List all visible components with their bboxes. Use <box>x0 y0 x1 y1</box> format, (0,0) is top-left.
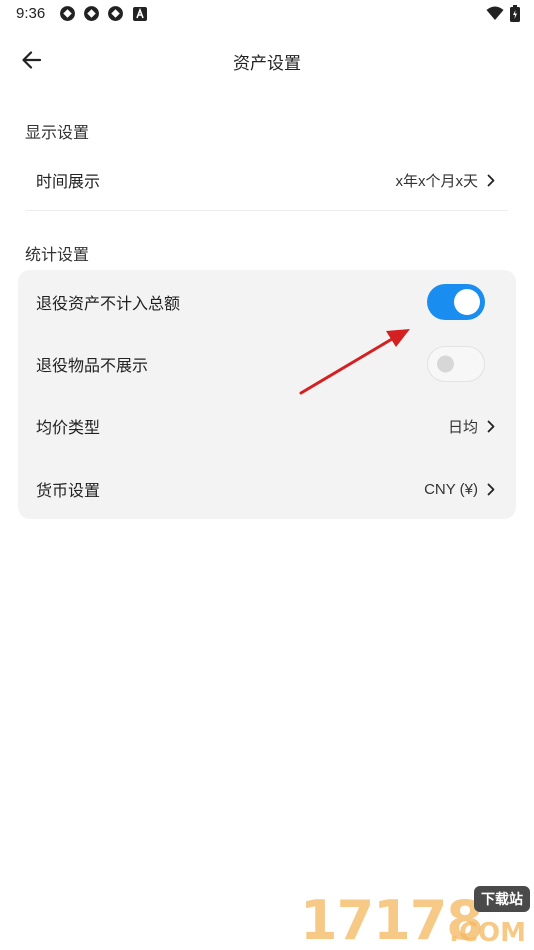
site-watermark: 17178 下载站 .COM <box>300 886 530 948</box>
setting-row-time-display[interactable]: 时间展示 x年x个月x天 <box>18 149 516 211</box>
toggle-exclude-retired-assets[interactable] <box>427 284 485 320</box>
section-label-display: 显示设置 <box>25 125 90 142</box>
wifi-icon <box>486 6 504 20</box>
setting-label: 退役资产不计入总额 <box>36 296 181 313</box>
setting-label: 均价类型 <box>36 420 101 437</box>
app-icon <box>60 6 75 21</box>
app-bar: 资产设置 <box>0 36 534 82</box>
setting-label: 货币设置 <box>36 483 101 500</box>
status-bar: 9:36 <box>0 0 534 28</box>
app-icon <box>84 6 99 21</box>
status-time: 9:36 <box>16 5 46 22</box>
chevron-right-icon <box>484 482 498 496</box>
toggle-knob <box>437 355 454 373</box>
toggle-hide-retired-items[interactable] <box>427 346 485 382</box>
setting-label: 时间展示 <box>36 174 101 191</box>
battery-icon <box>510 5 520 22</box>
section-label-stats: 统计设置 <box>25 247 90 264</box>
toggle-knob <box>454 289 480 315</box>
setting-label: 退役物品不展示 <box>36 358 149 375</box>
watermark-suffix: .COM <box>449 918 526 948</box>
app-icon <box>108 6 123 21</box>
page-title: 资产设置 <box>233 54 301 73</box>
a-badge-icon <box>133 7 147 21</box>
chevron-right-icon <box>484 173 498 187</box>
setting-row-average-price-type[interactable]: 均价类型 日均 <box>18 395 516 457</box>
setting-value: 日均 <box>447 418 478 436</box>
divider <box>25 210 508 211</box>
setting-row-exclude-retired-assets: 退役资产不计入总额 <box>18 271 516 333</box>
setting-row-currency[interactable]: 货币设置 CNY (¥) <box>18 458 516 520</box>
setting-row-hide-retired-items: 退役物品不展示 <box>18 333 516 395</box>
setting-value: CNY (¥) <box>424 480 478 498</box>
setting-value: x年x个月x天 <box>395 172 478 190</box>
chevron-right-icon <box>484 419 498 433</box>
watermark-badge: 下载站 <box>474 886 530 912</box>
